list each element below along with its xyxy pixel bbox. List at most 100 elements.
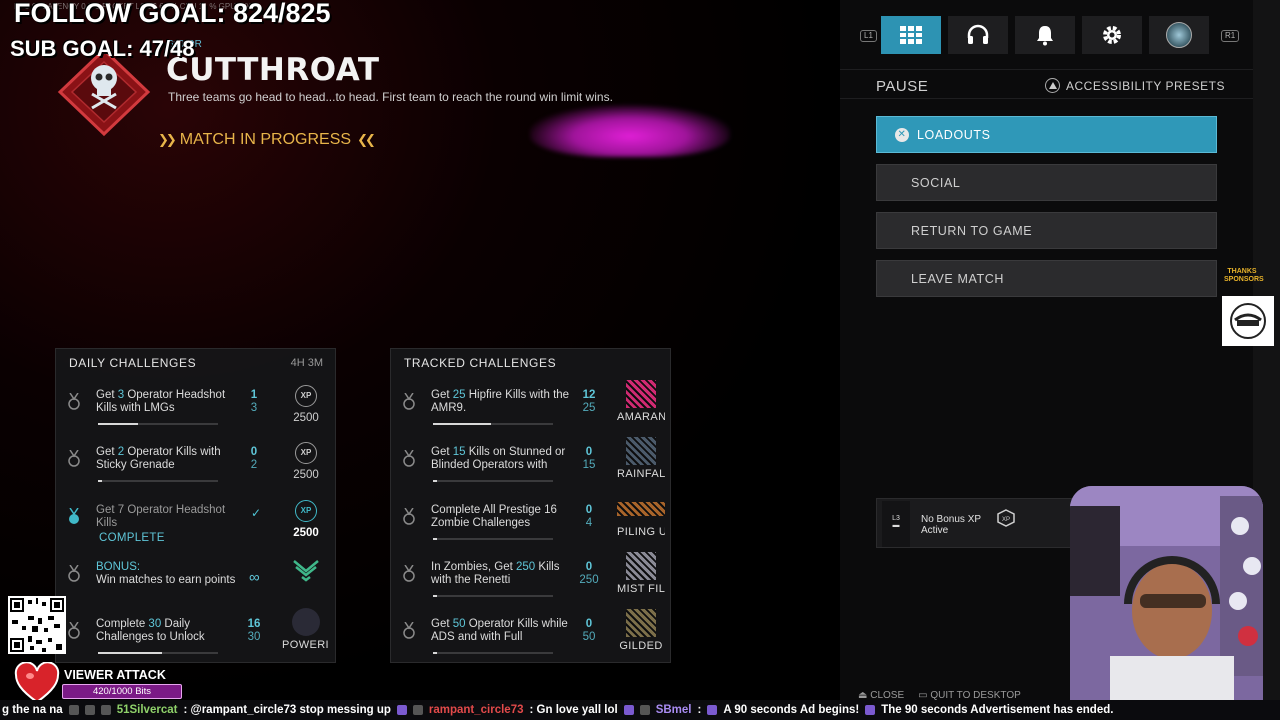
tracked-challenges-panel[interactable]: TRACKED CHALLENGES Get 25 Hipfire Kills …	[390, 348, 671, 663]
xp-icon: XP	[295, 385, 317, 407]
twitch-icon	[623, 705, 634, 715]
camo-reward: AMARAN	[617, 380, 665, 423]
accessibility-presets-label: ACCESSIBILITY PRESETS	[1066, 78, 1225, 93]
sponsor-logo	[1222, 296, 1274, 346]
qr-code	[8, 596, 66, 654]
medal-icon	[68, 622, 80, 639]
challenge-progress: 02	[250, 446, 258, 471]
loadouts-button[interactable]: ✕ LOADOUTS	[876, 116, 1217, 153]
sponsors-label: THANKS SPONSORS	[1224, 268, 1264, 283]
ticker-message: : Gn love yall lol	[529, 704, 618, 716]
challenge-text: Get 15 Kills on Stunned or Blinded Opera…	[431, 446, 566, 471]
tab-notifications[interactable]	[1015, 16, 1075, 54]
chat-ticker: g the na na 51Silvercat : @rampant_circl…	[0, 700, 1280, 720]
tab-profile[interactable]	[1149, 16, 1209, 54]
badge-icon	[412, 705, 423, 715]
badge-icon	[639, 705, 650, 715]
badge-icon	[100, 705, 111, 715]
ticker-message: g the na na	[2, 704, 63, 716]
camo-swatch	[626, 552, 656, 580]
daily-challenge-row[interactable]: Get 3 Operator Headshot Kills with LMGs …	[56, 385, 335, 446]
top-navigation: L1 R1	[840, 0, 1253, 70]
leave-match-button[interactable]: LEAVE MATCH	[876, 260, 1217, 297]
challenge-text: Get 7 Operator Headshot Kills	[96, 504, 226, 529]
camo-reward: MIST FIL	[617, 552, 665, 595]
chevron-left-icon: ❮❮	[357, 132, 376, 147]
twitch-icon	[707, 705, 718, 715]
camo-swatch	[626, 609, 656, 637]
xp-bonus-text: No Bonus XP Active	[921, 514, 981, 536]
medal-icon	[68, 450, 80, 467]
player-avatar	[1166, 22, 1192, 48]
emote-icon	[84, 705, 95, 715]
daily-challenges-panel[interactable]: DAILY CHALLENGES 4H 3M Get 3 Operator He…	[55, 348, 336, 663]
daily-challenges-header: DAILY CHALLENGES	[69, 356, 197, 370]
bell-icon	[1037, 26, 1053, 46]
medal-complete-icon	[69, 508, 79, 524]
medal-icon	[403, 508, 415, 525]
bonus-reward	[282, 557, 330, 588]
medal-icon	[403, 622, 415, 639]
camo-swatch	[626, 380, 656, 408]
headset-icon	[967, 24, 989, 44]
challenge-progress: 0 15	[582, 446, 596, 471]
l3-stick-icon: L3 ▬	[882, 501, 910, 547]
checkmark-icon: ✓	[251, 506, 262, 520]
calling-card-reward: POWERII	[282, 608, 330, 651]
magenta-glow	[530, 105, 730, 157]
daily-challenge-row[interactable]: Get 7 Operator Headshot Kills COMPLETE ✓…	[56, 500, 335, 561]
chat-username: SBmel	[655, 704, 692, 716]
tracked-challenge-row[interactable]: Get 15 Kills on Stunned or Blinded Opera…	[391, 437, 670, 503]
challenge-text: In Zombies, Get 250 Kills with the Renet…	[431, 561, 560, 586]
medal-icon	[403, 393, 415, 410]
twitch-icon	[865, 705, 876, 715]
challenge-progress: 12 25	[582, 389, 596, 414]
xp-reward: XP 2500	[282, 385, 330, 424]
daily-challenges-timer: 4H 3M	[290, 357, 323, 369]
challenge-text: Get 25 Hipfire Kills with the AMR9.	[431, 389, 570, 414]
tab-social[interactable]	[948, 16, 1008, 54]
medal-icon	[68, 565, 80, 582]
sub-goal: SUB GOAL: 47/48	[10, 36, 195, 61]
challenge-progress: 16 30	[247, 618, 261, 643]
challenge-text: Get 50 Operator Kills while ADS and with…	[431, 618, 568, 643]
viewer-attack-widget: VIEWER ATTACK 420/1000 Bits	[14, 662, 184, 704]
challenge-text: Complete 30 Daily Challenges to Unlock	[96, 618, 205, 643]
challenge-progress: 0 50	[582, 618, 596, 643]
challenge-progress-bar	[98, 480, 218, 482]
chevron-right-icon: ❯❯	[158, 132, 177, 147]
webcam-feed	[1070, 486, 1263, 700]
ticker-message: A 90 seconds Ad begins!	[723, 704, 860, 716]
camo-swatch	[626, 437, 656, 465]
tab-settings[interactable]	[1082, 16, 1142, 54]
gear-icon	[1103, 26, 1121, 44]
xp-bonus-status[interactable]: L3 ▬ No Bonus XP Active XP	[876, 498, 1096, 548]
l1-bumper-hint: L1	[860, 30, 877, 42]
tracked-challenge-row[interactable]: Get 50 Operator Kills while ADS and with…	[391, 609, 670, 675]
medal-icon	[68, 393, 80, 410]
ticker-message: : @rampant_circle73 stop messing up	[183, 704, 391, 716]
challenge-progress: 13	[250, 389, 258, 414]
operator-icon	[292, 608, 320, 636]
social-button[interactable]: SOCIAL	[876, 164, 1217, 201]
challenge-progress-bar	[433, 595, 553, 597]
triangle-button-icon	[1045, 78, 1060, 93]
camo-reward: PILING UP	[617, 502, 665, 538]
infinity-icon: ∞	[249, 569, 260, 586]
accessibility-presets-button[interactable]: ACCESSIBILITY PRESETS	[1045, 78, 1225, 93]
pause-label: PAUSE	[876, 78, 929, 95]
chat-username: 51Silvercat	[116, 704, 178, 716]
tab-main-menu[interactable]	[881, 16, 941, 54]
twitch-icon	[396, 705, 407, 715]
ticker-message: The 90 seconds Advertisement has ended.	[881, 704, 1114, 716]
camo-reward: RAINFAL	[617, 437, 665, 480]
mode-title: CUTTHROAT	[166, 52, 380, 88]
daily-challenge-row[interactable]: Get 2 Operator Kills with Sticky Grenade…	[56, 442, 335, 503]
return-to-game-button[interactable]: RETURN TO GAME	[876, 212, 1217, 249]
chat-username: rampant_circle73	[428, 704, 524, 716]
challenge-text: BONUS: Win matches to earn points	[96, 561, 236, 586]
heart-icon	[14, 662, 60, 704]
svg-text:XP: XP	[1002, 517, 1010, 523]
follow-goal: FOLLOW GOAL: 824/825	[14, 0, 331, 28]
medal-icon	[403, 565, 415, 582]
